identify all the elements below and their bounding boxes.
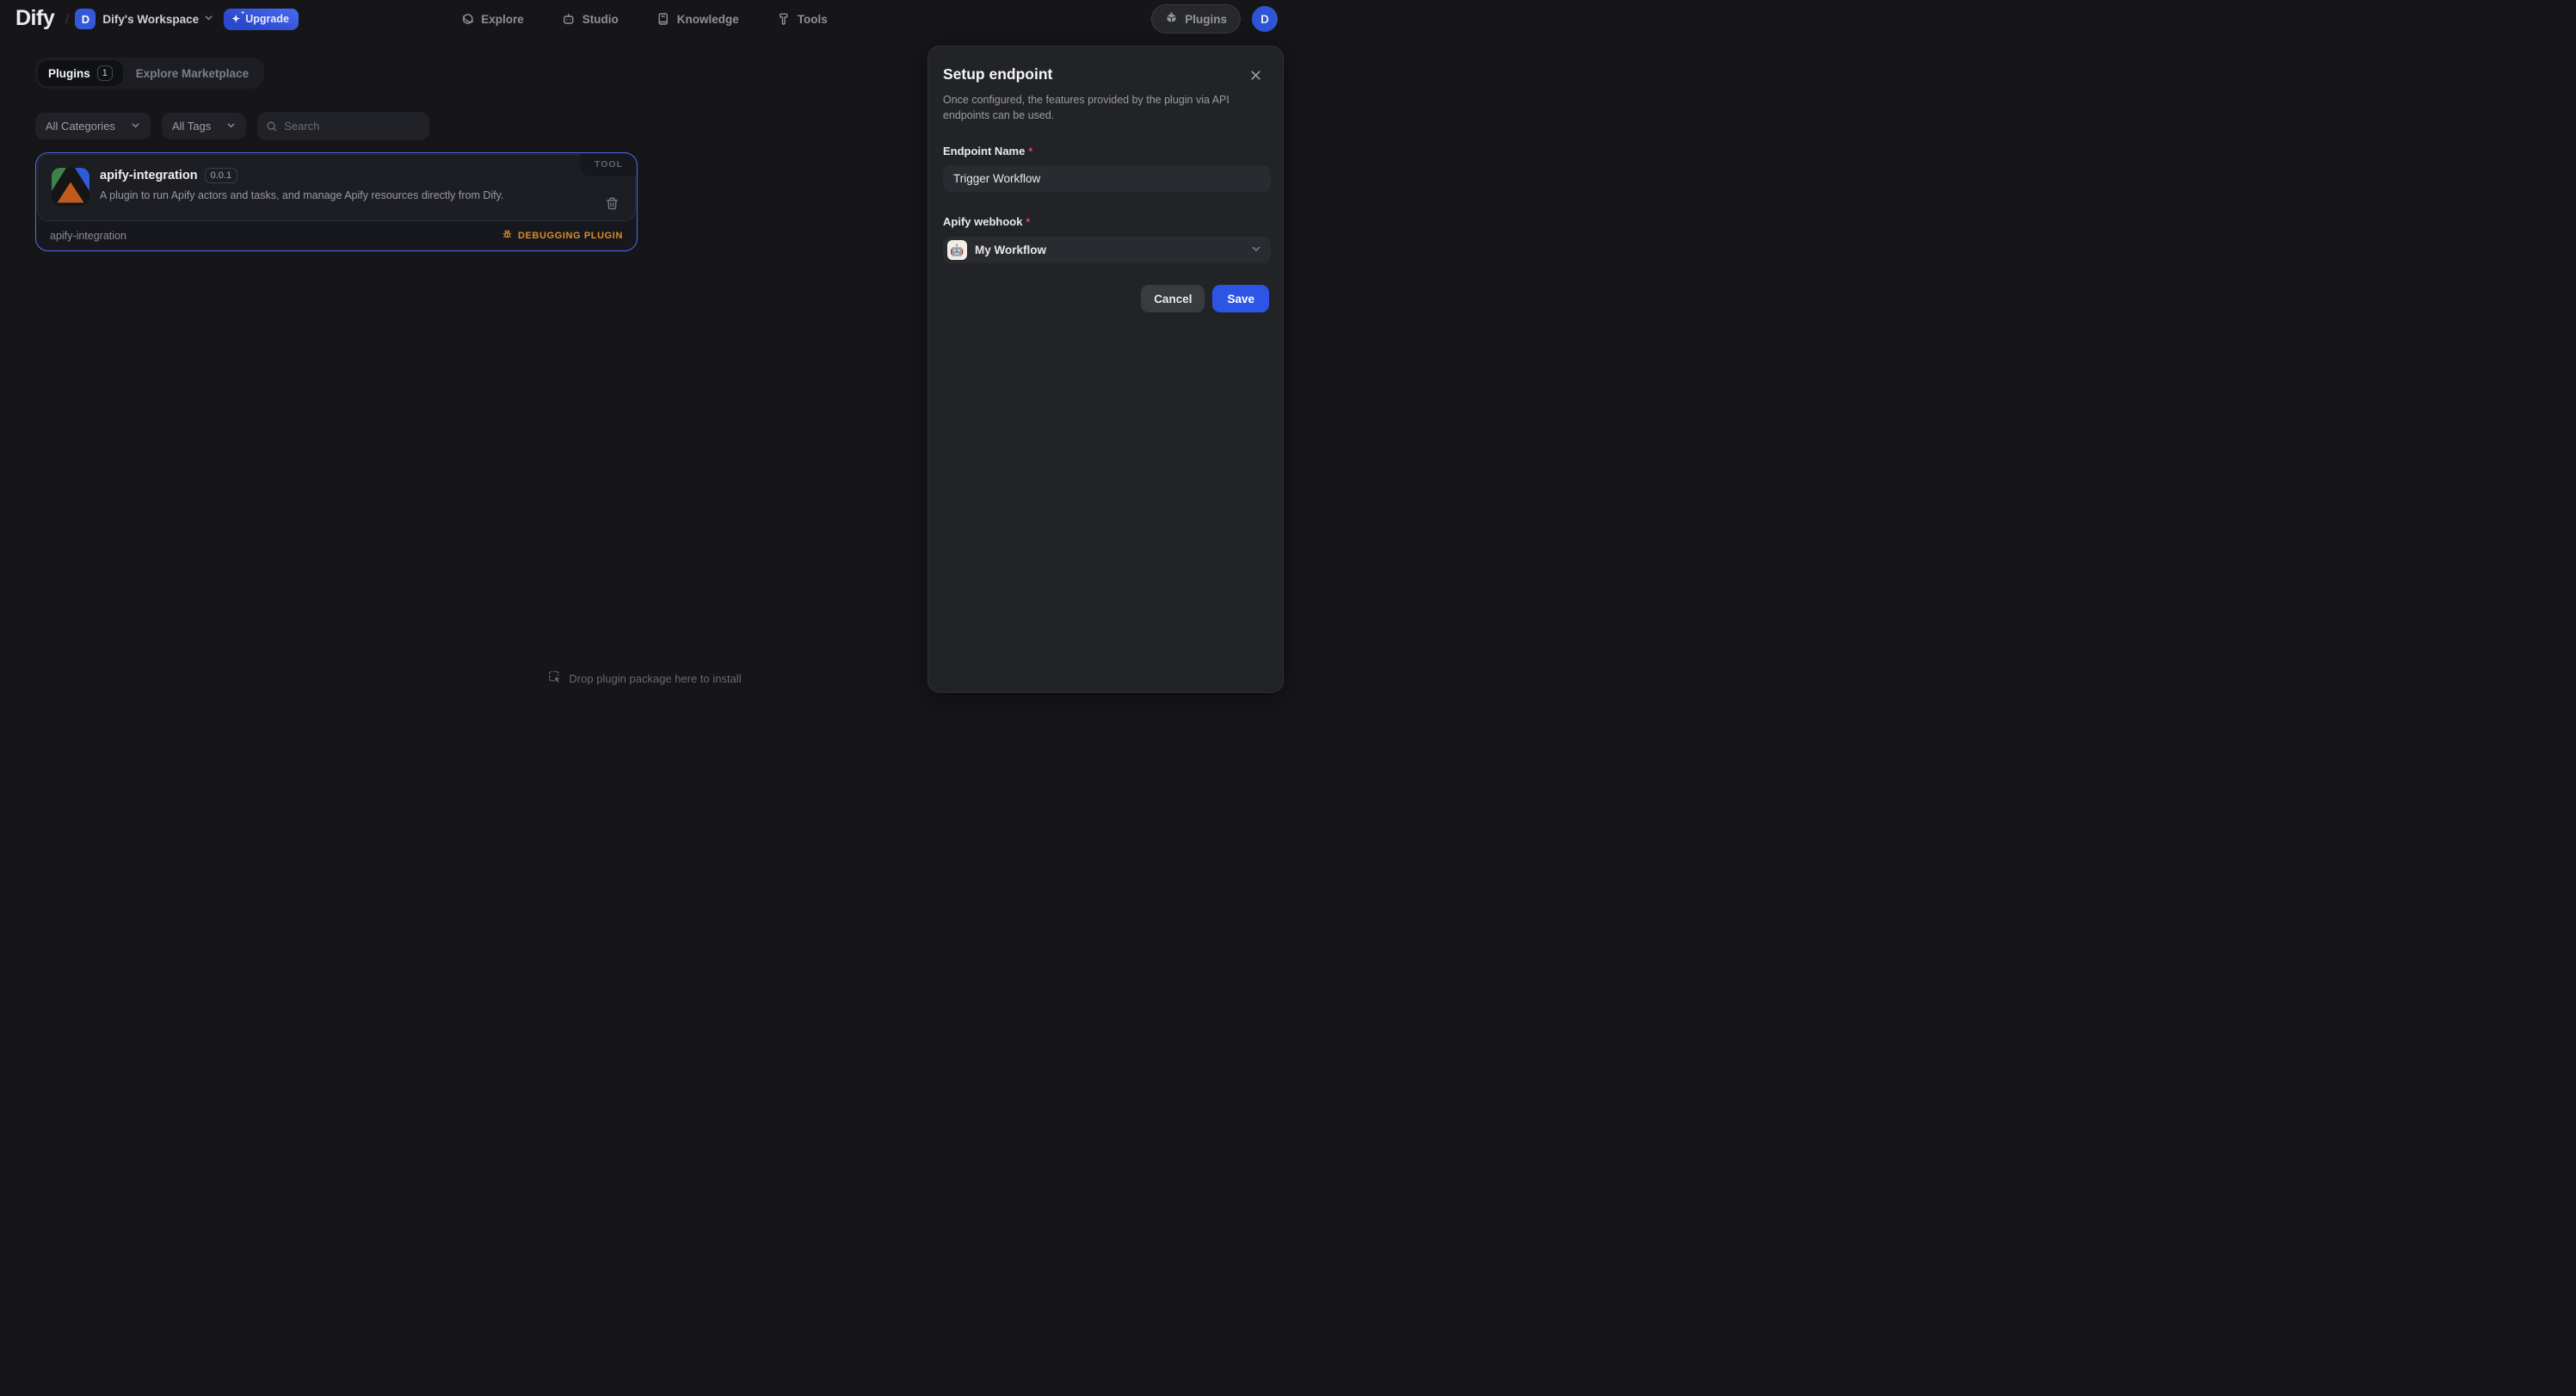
field-label-text: Endpoint Name [943, 145, 1025, 158]
delete-plugin-button[interactable] [603, 195, 621, 215]
top-header: Dify / D Dify's Workspace ✦+ Upgrade Exp… [0, 0, 1288, 38]
webhook-selected-value: My Workflow [975, 244, 1243, 256]
plugin-type-badge: TOOL [580, 154, 636, 176]
nav-label: Knowledge [677, 13, 739, 26]
tab-plugins-label: Plugins [48, 67, 90, 80]
planet-icon [460, 12, 474, 26]
nav-label: Tools [798, 13, 828, 26]
search-box [257, 112, 429, 140]
chevron-down-icon [131, 120, 140, 133]
categories-label: All Categories [46, 120, 115, 133]
cube-icon [1165, 11, 1178, 27]
apify-webhook-label: Apify webhook * [943, 215, 1269, 228]
nav-label: Explore [481, 13, 524, 26]
search-icon [266, 120, 278, 133]
nav-label: Studio [582, 13, 619, 26]
plugin-card-main: apify-integration 0.0.1 A plugin to run … [100, 168, 621, 206]
required-marker: * [1026, 216, 1030, 228]
book-icon [656, 12, 670, 26]
tags-dropdown[interactable]: All Tags [162, 113, 246, 139]
panel-actions: Cancel Save [943, 285, 1269, 312]
workspace-avatar: D [75, 9, 96, 29]
trash-icon [605, 201, 619, 213]
panel-description: Once configured, the features provided b… [943, 93, 1232, 123]
plugin-card-body: TOOL apify-integration [37, 154, 636, 221]
user-avatar[interactable]: D [1252, 6, 1278, 32]
nav-item-explore[interactable]: Explore [460, 12, 524, 26]
plugin-card-apify-integration[interactable]: TOOL apify-integration [35, 152, 638, 251]
hammer-icon [777, 12, 791, 26]
plugin-card-footer: apify-integration DEBUGGING PLUGIN [36, 222, 637, 250]
setup-endpoint-panel: Setup endpoint Once configured, the feat… [927, 46, 1284, 693]
plugin-name: apify-integration [100, 169, 198, 182]
tags-label: All Tags [172, 120, 211, 133]
endpoint-name-label: Endpoint Name * [943, 145, 1269, 158]
chevron-down-icon [226, 120, 236, 133]
chevron-down-icon [1251, 243, 1261, 258]
cancel-button[interactable]: Cancel [1141, 285, 1205, 312]
plugins-count-badge: 1 [97, 65, 113, 81]
bug-icon [502, 229, 513, 243]
robot-icon [562, 12, 576, 26]
nav-item-studio[interactable]: Studio [562, 12, 619, 26]
upgrade-button[interactable]: ✦+ Upgrade [224, 9, 299, 30]
close-panel-button[interactable] [1248, 67, 1264, 86]
drop-target-icon [546, 670, 561, 687]
workspace-name: Dify's Workspace [102, 13, 199, 26]
save-button[interactable]: Save [1212, 285, 1269, 312]
plugin-package-name: apify-integration [50, 230, 126, 242]
plugin-description: A plugin to run Apify actors and tasks, … [100, 189, 621, 201]
tab-bar: Plugins 1 Explore Marketplace [35, 58, 264, 89]
chevron-down-icon [204, 11, 213, 27]
breadcrumb-separator: / [65, 12, 69, 27]
endpoint-name-input[interactable] [943, 165, 1271, 192]
drop-hint-label: Drop plugin package here to install [569, 672, 741, 685]
dify-logo: Dify [10, 6, 59, 33]
workspace-selector[interactable]: D Dify's Workspace [75, 9, 213, 29]
tab-plugins[interactable]: Plugins 1 [38, 60, 123, 86]
debugging-plugin-label: DEBUGGING PLUGIN [518, 231, 623, 241]
panel-title: Setup endpoint [943, 65, 1052, 83]
upgrade-label: Upgrade [245, 13, 289, 25]
categories-dropdown[interactable]: All Categories [35, 113, 151, 139]
apify-webhook-select[interactable]: 🤖 My Workflow [943, 237, 1271, 263]
plugin-version-badge: 0.0.1 [205, 168, 237, 183]
plugins-nav-button[interactable]: Plugins [1151, 4, 1241, 34]
debugging-plugin-flag: DEBUGGING PLUGIN [502, 229, 623, 243]
plugins-nav-label: Plugins [1185, 13, 1227, 26]
workflow-emoji-icon: 🤖 [947, 240, 967, 260]
apify-logo [52, 168, 89, 206]
drop-hint: Drop plugin package here to install [546, 670, 741, 687]
nav-item-tools[interactable]: Tools [777, 12, 828, 26]
tab-explore-marketplace[interactable]: Explore Marketplace [123, 62, 262, 85]
dify-plugins-page: Dify / D Dify's Workspace ✦+ Upgrade Exp… [0, 0, 1288, 698]
field-label-text: Apify webhook [943, 215, 1022, 228]
required-marker: * [1028, 145, 1032, 158]
close-icon [1249, 71, 1262, 84]
header-right: Plugins D [1151, 4, 1278, 34]
search-input[interactable] [284, 120, 413, 133]
main-nav: Explore Studio Knowledge [460, 0, 828, 38]
nav-item-knowledge[interactable]: Knowledge [656, 12, 739, 26]
sparkle-icon: ✦+ [231, 14, 240, 24]
